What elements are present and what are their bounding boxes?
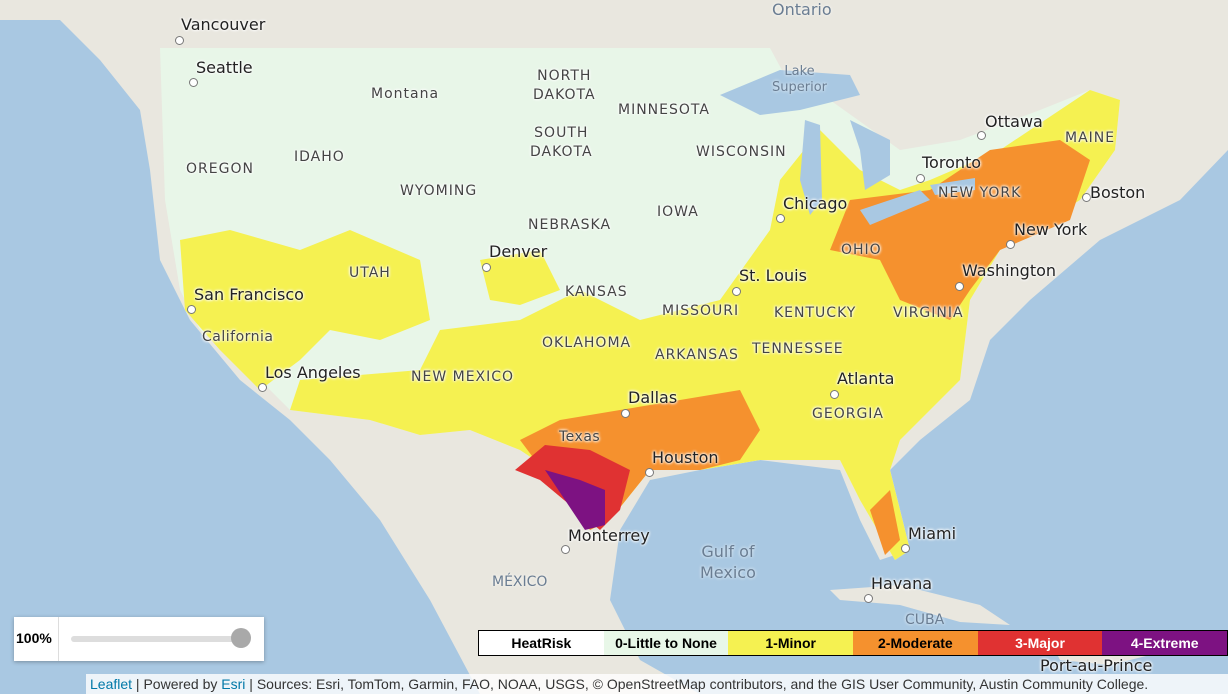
state-label: TENNESSEE [752,341,844,357]
city-dot [901,544,910,553]
city-label: Denver [489,242,548,261]
city-label: Seattle [196,58,253,77]
heatrisk-legend: HeatRisk 0-Little to None 1-Minor 2-Mode… [478,630,1228,656]
city-label: Vancouver [181,15,266,34]
state-label: IOWA [657,204,699,220]
state-label: OREGON [186,161,254,177]
gulf-label: Gulf of Mexico [700,542,756,582]
state-label: NEW YORK [938,185,1022,201]
city-dot [189,78,198,87]
state-label: MISSOURI [662,303,740,319]
city-dot [258,383,267,392]
legend-item-0: 0-Little to None [603,631,729,655]
opacity-control: 100% [14,617,264,661]
city-label: Houston [652,448,719,467]
city-label: Washington [962,261,1057,280]
city-dot [561,545,570,554]
state-label: UTAH [349,265,391,281]
state-label: Texas [559,429,601,445]
legend-title: HeatRisk [479,631,604,655]
leaflet-link[interactable]: Leaflet [90,676,132,692]
city-dot [977,131,986,140]
state-label: VIRGINIA [893,305,964,321]
city-label: Chicago [783,194,848,213]
state-label: KENTUCKY [774,305,857,321]
city-dot [1006,240,1015,249]
state-label: GEORGIA [812,406,884,422]
city-label: Dallas [628,388,678,407]
city-dot [732,287,741,296]
city-dot [864,594,873,603]
city-dot [776,214,785,223]
state-label: SOUTH DAKOTA [530,125,593,160]
city-label: New York [1014,220,1088,239]
opacity-slider[interactable] [71,636,241,642]
city-dot [955,282,964,291]
legend-item-3: 3-Major [977,631,1103,655]
state-label: California [202,329,274,345]
state-label: NEBRASKA [528,217,612,233]
region-label: Ontario [772,0,832,19]
state-label: Montana [371,86,440,102]
city-dot [830,390,839,399]
divider [58,617,59,661]
state-label: OHIO [841,242,882,258]
city-label: Ottawa [985,112,1043,131]
city-dot [916,174,925,183]
city-dot [175,36,184,45]
state-label: WYOMING [400,183,478,199]
city-dot [482,263,491,272]
city-label: San Francisco [194,285,304,304]
esri-link[interactable]: Esri [221,676,245,692]
state-label: ARKANSAS [655,347,739,363]
city-label: Atlanta [837,369,895,388]
lake-label: Lake Superior [772,64,827,95]
city-dot [621,409,630,418]
city-label: St. Louis [739,266,807,285]
city-label: Los Angeles [265,363,361,382]
legend-item-4: 4-Extreme [1102,631,1228,655]
legend-item-1: 1-Minor [728,631,854,655]
city-label: Boston [1090,183,1146,202]
city-label: Monterrey [568,526,650,545]
state-label: OKLAHOMA [542,335,632,351]
state-label: KANSAS [565,284,628,300]
attribution: Leaflet | Powered by Esri | Sources: Esr… [86,674,1228,694]
country-label: CUBA [905,612,945,628]
city-label: Miami [908,524,957,543]
opacity-value: 100% [16,630,52,646]
city-dot [645,468,654,477]
country-label: MÉXICO [492,574,548,590]
opacity-slider-handle[interactable] [231,628,251,648]
legend-item-2: 2-Moderate [853,631,978,655]
state-label: NORTH DAKOTA [533,68,596,103]
city-dot [187,305,196,314]
city-label: Toronto [922,153,982,172]
state-label: IDAHO [294,149,345,165]
city-label: Port-au-Prince [1040,656,1153,675]
state-label: WISCONSIN [696,144,787,160]
attribution-text: | Powered by [132,676,222,692]
attribution-sources: | Sources: Esri, TomTom, Garmin, FAO, NO… [245,676,1149,692]
city-label: Havana [871,574,933,593]
state-label: NEW MEXICO [411,369,515,385]
state-label: MAINE [1065,130,1116,146]
state-label: MINNESOTA [618,102,710,118]
